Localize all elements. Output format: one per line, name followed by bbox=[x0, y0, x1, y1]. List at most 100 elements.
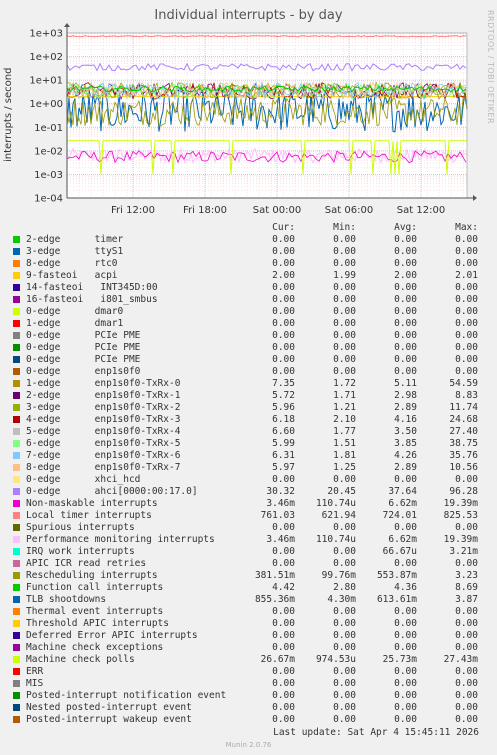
legend-row: 3-edge ttyS1 0.00 0.00 0.00 0.00 bbox=[0, 246, 497, 258]
legend-row: 6-edge enp1s0f0-TxRx-5 5.99 1.51 3.85 38.75 bbox=[0, 438, 497, 450]
legend-header-cur: Cur: bbox=[272, 222, 295, 233]
legend-row: Machine check polls 26.67m 974.53u 25.73m 27… bbox=[0, 654, 497, 666]
legend-cur-value: 0.00 bbox=[272, 318, 295, 329]
legend-avg-value: 6.62m bbox=[388, 534, 417, 545]
legend-cur-value: 0.00 bbox=[272, 306, 295, 317]
legend-swatch bbox=[13, 680, 20, 687]
legend-swatch bbox=[13, 440, 20, 447]
legend-max-value: 0.00 bbox=[455, 666, 478, 677]
legend-max-value: 0.00 bbox=[455, 690, 478, 701]
legend-row: Spurious interrupts 0.00 0.00 0.00 0.00 bbox=[0, 522, 497, 534]
legend-series-name: Local timer interrupts bbox=[26, 510, 152, 521]
legend-avg-value: 6.62m bbox=[388, 498, 417, 509]
legend-cur-value: 5.96 bbox=[272, 402, 295, 413]
legend-min-value: 110.74u bbox=[315, 534, 356, 545]
legend-swatch bbox=[13, 608, 20, 615]
legend-min-value: 99.76m bbox=[321, 570, 356, 581]
legend-series-name: 9-fasteoi acpi bbox=[26, 270, 118, 281]
legend-min-value: 0.00 bbox=[333, 618, 356, 629]
legend-cur-value: 0.00 bbox=[272, 714, 295, 725]
legend-row: 0-edge PCIe PME 0.00 0.00 0.00 0.00 bbox=[0, 330, 497, 342]
legend-cur-value: 0.00 bbox=[272, 630, 295, 641]
legend-row: 5-edge enp1s0f0-TxRx-4 6.60 1.77 3.50 27.40 bbox=[0, 426, 497, 438]
legend-swatch bbox=[13, 248, 20, 255]
legend-swatch bbox=[13, 632, 20, 639]
legend-swatch bbox=[13, 548, 20, 555]
legend-avg-value: 0.00 bbox=[394, 642, 417, 653]
legend-series-name: Posted-interrupt wakeup event bbox=[26, 714, 192, 725]
legend-swatch bbox=[13, 512, 20, 519]
legend-row: 8-edge enp1s0f0-TxRx-7 5.97 1.25 2.89 10.56 bbox=[0, 462, 497, 474]
legend-cur-value: 0.00 bbox=[272, 642, 295, 653]
legend-min-value: 1.21 bbox=[333, 402, 356, 413]
legend-avg-value: 0.00 bbox=[394, 678, 417, 689]
legend-series-name: Function call interrupts bbox=[26, 582, 164, 593]
legend-max-value: 10.56 bbox=[449, 462, 478, 473]
legend-min-value: 0.00 bbox=[333, 678, 356, 689]
legend-row: Local timer interrupts 761.03 621.94 724.01… bbox=[0, 510, 497, 522]
legend-cur-value: 3.46m bbox=[266, 534, 295, 545]
legend-max-value: 0.00 bbox=[455, 258, 478, 269]
legend-avg-value: 2.00 bbox=[394, 270, 417, 281]
x-axis-arrow-icon bbox=[473, 195, 477, 201]
legend-cur-value: 30.32 bbox=[266, 486, 295, 497]
legend-row: 2-edge enp1s0f0-TxRx-1 5.72 1.71 2.98 8.83 bbox=[0, 390, 497, 402]
legend-row: Deferred Error APIC interrupts 0.00 0.00 0.… bbox=[0, 630, 497, 642]
legend-series-name: 3-edge enp1s0f0-TxRx-2 bbox=[26, 402, 181, 413]
legend-swatch bbox=[13, 368, 20, 375]
legend-avg-value: 0.00 bbox=[394, 306, 417, 317]
legend-min-value: 621.94 bbox=[321, 510, 356, 521]
x-tick-label: Fri 18:00 bbox=[183, 205, 227, 216]
legend-cur-value: 0.00 bbox=[272, 666, 295, 677]
legend-avg-value: 2.89 bbox=[394, 462, 417, 473]
legend-avg-value: 0.00 bbox=[394, 630, 417, 641]
legend-max-value: 0.00 bbox=[455, 642, 478, 653]
legend-cur-value: 3.46m bbox=[266, 498, 295, 509]
legend-avg-value: 37.64 bbox=[388, 486, 417, 497]
legend-max-value: 24.68 bbox=[449, 414, 478, 425]
legend-row: Posted-interrupt wakeup event 0.00 0.00 0.0… bbox=[0, 714, 497, 726]
legend-header-max: Max: bbox=[455, 222, 478, 233]
legend-row: 0-edge dmar0 0.00 0.00 0.00 0.00 bbox=[0, 306, 497, 318]
legend-max-value: 0.00 bbox=[455, 474, 478, 485]
legend-row: 7-edge enp1s0f0-TxRx-6 6.31 1.81 4.26 35.76 bbox=[0, 450, 497, 462]
legend-min-value: 20.45 bbox=[327, 486, 356, 497]
legend-swatch bbox=[13, 668, 20, 675]
legend-max-value: 8.83 bbox=[455, 390, 478, 401]
legend-swatch bbox=[13, 704, 20, 711]
legend-cur-value: 0.00 bbox=[272, 678, 295, 689]
legend-avg-value: 3.85 bbox=[394, 438, 417, 449]
legend-max-value: 0.00 bbox=[455, 342, 478, 353]
legend-swatch bbox=[13, 500, 20, 507]
legend-min-value: 0.00 bbox=[333, 366, 356, 377]
legend-row: 0-edge PCIe PME 0.00 0.00 0.00 0.00 bbox=[0, 354, 497, 366]
legend-series-name: 14-fasteoi INT345D:00 bbox=[26, 282, 158, 293]
legend-row: 9-fasteoi acpi 2.00 1.99 2.00 2.01 bbox=[0, 270, 497, 282]
legend-avg-value: 0.00 bbox=[394, 354, 417, 365]
y-axis-arrow-icon bbox=[64, 23, 70, 27]
legend-series-name: 0-edge PCIe PME bbox=[26, 342, 141, 353]
legend-avg-value: 0.00 bbox=[394, 690, 417, 701]
legend-series-name: 0-edge ahci[0000:00:17.0] bbox=[26, 486, 198, 497]
legend-series-name: 1-edge dmar1 bbox=[26, 318, 124, 329]
legend-cur-value: 0.00 bbox=[272, 234, 295, 245]
legend-min-value: 110.74u bbox=[315, 498, 356, 509]
legend-max-value: 38.75 bbox=[449, 438, 478, 449]
legend-swatch bbox=[13, 584, 20, 591]
legend-max-value: 825.53 bbox=[443, 510, 478, 521]
legend-row: APIC ICR read retries 0.00 0.00 0.00 0.00 bbox=[0, 558, 497, 570]
y-tick-label: 1e+03 bbox=[29, 29, 63, 40]
legend-series-name: 5-edge enp1s0f0-TxRx-4 bbox=[26, 426, 181, 437]
legend-avg-value: 0.00 bbox=[394, 702, 417, 713]
legend-series-name: Thermal event interrupts bbox=[26, 606, 164, 617]
legend-row: MIS 0.00 0.00 0.00 0.00 bbox=[0, 678, 497, 690]
legend-swatch bbox=[13, 464, 20, 471]
legend-max-value: 96.28 bbox=[449, 486, 478, 497]
legend-cur-value: 0.00 bbox=[272, 522, 295, 533]
x-tick-label: Sat 12:00 bbox=[397, 205, 445, 216]
legend-row: Rescheduling interrupts 381.51m 99.76m 553.… bbox=[0, 570, 497, 582]
legend-swatch bbox=[13, 476, 20, 483]
legend-max-value: 27.43m bbox=[443, 654, 478, 665]
legend-series-name: 6-edge enp1s0f0-TxRx-5 bbox=[26, 438, 181, 449]
legend-max-value: 19.39m bbox=[443, 498, 478, 509]
